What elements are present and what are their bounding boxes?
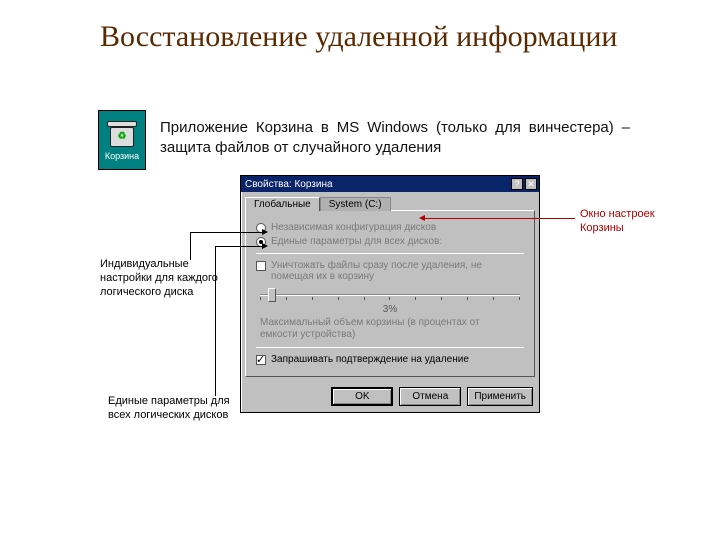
slider-thumb-icon[interactable] [268, 288, 276, 302]
checkbox-icon [256, 261, 266, 271]
dialog-content: Независимая конфигурация дисков Единые п… [245, 210, 535, 377]
arrow-head-icon [262, 229, 268, 235]
check-delete-immediate-label: Уничтожать файлы сразу после удаления, н… [271, 260, 524, 282]
radio-unified-config[interactable]: Единые параметры для всех дисков: [256, 236, 524, 247]
arrow-line [215, 246, 262, 247]
checkbox-icon [256, 355, 266, 365]
radio-independent-label: Независимая конфигурация дисков [271, 222, 436, 233]
arrow-head-icon [419, 215, 425, 221]
radio-unified-label: Единые параметры для всех дисков: [271, 236, 442, 247]
separator [256, 347, 524, 348]
arrow-line [215, 246, 216, 396]
annotation-individual-settings: Индивидуальные настройки для каждого лог… [100, 258, 220, 299]
max-size-slider[interactable] [260, 288, 520, 302]
recycle-bin-label: Корзина [105, 151, 139, 161]
max-size-slider-group: 3% Максимальный объем корзины (в процент… [260, 288, 520, 341]
arrow-line [425, 218, 575, 219]
arrow-head-icon [262, 243, 268, 249]
close-button[interactable]: ✕ [525, 178, 537, 190]
cancel-button[interactable]: Отмена [399, 387, 461, 406]
recycle-bin-properties-dialog: Свойства: Корзина ? ✕ Глобальные System … [240, 175, 540, 413]
tab-global[interactable]: Глобальные [245, 197, 320, 211]
arrow-line [190, 232, 262, 233]
max-size-label: Максимальный объем корзины (в процентах … [260, 317, 520, 341]
annotation-unified-settings: Единые параметры для всех логических дис… [108, 395, 238, 423]
arrow-line [190, 232, 191, 260]
slider-percent-value: 3% [260, 304, 520, 315]
check-confirm-delete[interactable]: Запрашивать подтверждение на удаление [256, 354, 524, 365]
ok-button[interactable]: OK [331, 387, 393, 406]
separator [256, 253, 524, 254]
check-delete-immediate[interactable]: Уничтожать файлы сразу после удаления, н… [256, 260, 524, 282]
tabs: Глобальные System (C:) [245, 196, 535, 210]
radio-independent-config[interactable]: Независимая конфигурация дисков [256, 222, 524, 233]
dialog-titlebar[interactable]: Свойства: Корзина ? ✕ [241, 176, 539, 192]
apply-button[interactable]: Применить [467, 387, 533, 406]
recycle-bin-icon: ♻ Корзина [98, 110, 146, 170]
dialog-buttons: OK Отмена Применить [241, 381, 539, 412]
check-confirm-label: Запрашивать подтверждение на удаление [271, 354, 469, 365]
tab-system-c[interactable]: System (C:) [320, 197, 391, 211]
dialog-title: Свойства: Корзина [245, 179, 333, 190]
slide-description: Приложение Корзина в MS Windows (только … [160, 118, 630, 159]
trash-icon: ♻ [107, 121, 137, 147]
annotation-window-settings: Окно настроек Корзины [580, 208, 690, 236]
slide-title: Восстановление удаленной информации [100, 20, 617, 55]
help-button[interactable]: ? [511, 178, 523, 190]
